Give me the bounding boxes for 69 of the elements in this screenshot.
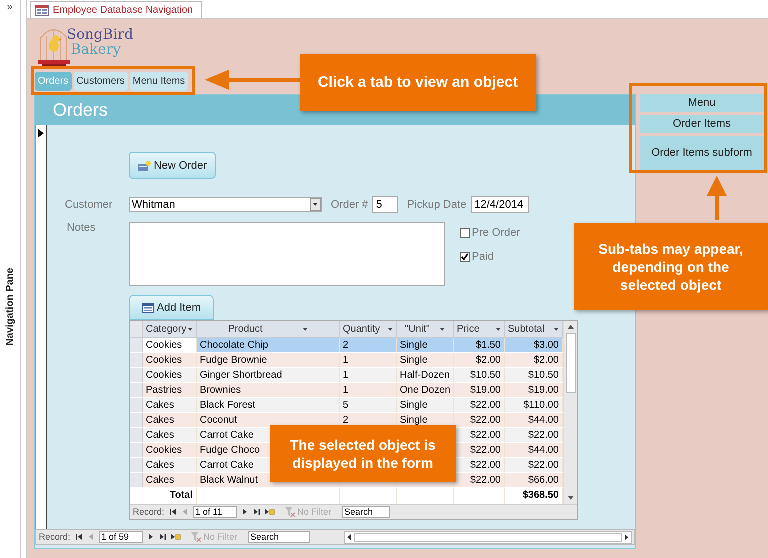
field-label: Customer xyxy=(64,198,114,210)
table-cell: $44.00 xyxy=(528,415,559,426)
table-cell: $22.00 xyxy=(528,460,559,471)
total-value: $368.50 xyxy=(522,490,559,501)
record-label: Record: xyxy=(133,507,165,517)
table-cell: Carrot Cake xyxy=(200,430,254,441)
table-cell: 5 xyxy=(343,400,349,411)
callout-tooltip: Click a tab to view an object xyxy=(300,54,536,111)
navigation-pane-label: Navigation Pane xyxy=(4,268,16,346)
logo-text: Bakery xyxy=(71,43,122,58)
table-cell: Cakes xyxy=(146,460,174,471)
checkbox-label: Pre Order xyxy=(472,227,520,239)
table-cell: $1.50 xyxy=(476,340,501,351)
callout-tooltip: The selected object is displayed in the form xyxy=(270,425,456,482)
field-label: Order # xyxy=(331,198,368,210)
table-cell: Ginger Shortbread xyxy=(200,370,282,381)
table-cell: 1 xyxy=(343,355,349,366)
table-cell: $3.00 xyxy=(534,340,559,351)
table-cell: $22.00 xyxy=(470,445,501,456)
table-cell: 2 xyxy=(343,415,349,426)
table-cell: $22.00 xyxy=(470,430,501,441)
table-cell: $22.00 xyxy=(470,415,501,426)
table-cell: Coconut xyxy=(200,415,238,426)
table-cell: Pastries xyxy=(146,385,182,396)
table-cell: $10.50 xyxy=(528,370,559,381)
table-cell: $110.00 xyxy=(524,400,559,411)
table-cell: Fudge Brownie xyxy=(200,355,268,366)
callout-tooltip: Sub-tabs may appear, depending on the selected object xyxy=(574,223,768,310)
table-cell: Single xyxy=(400,340,428,351)
table-cell: Chocolate Chip xyxy=(200,340,268,351)
table-cell: Cakes xyxy=(146,400,174,411)
table-cell: $66.00 xyxy=(528,475,559,486)
table-cell: Cookies xyxy=(146,445,182,456)
table-cell: Single xyxy=(400,400,428,411)
table-cell: 2 xyxy=(343,340,349,351)
table-cell: Black Forest xyxy=(200,400,256,411)
table-cell: Fudge Choco xyxy=(200,445,260,456)
checkbox-label: Paid xyxy=(472,251,494,263)
field-label: Pickup Date xyxy=(407,198,467,210)
table-cell: Black Walnut xyxy=(200,475,258,486)
record-label: Record: xyxy=(39,532,71,542)
table-cell: $44.00 xyxy=(528,445,559,456)
table-cell: Half-Dozen xyxy=(400,370,450,381)
table-cell: Single xyxy=(400,355,428,366)
table-cell: Cookies xyxy=(146,370,182,381)
table-cell: Cakes xyxy=(146,430,174,441)
table-cell: $22.00 xyxy=(470,460,501,471)
table-cell: Single xyxy=(400,415,428,426)
table-cell: $2.00 xyxy=(534,355,559,366)
table-cell: Cookies xyxy=(146,355,182,366)
table-cell: $19.00 xyxy=(470,385,501,396)
field-label: Notes xyxy=(66,222,97,236)
table-cell: $22.00 xyxy=(470,475,501,486)
table-cell: Cakes xyxy=(146,475,174,486)
logo-text: SongBird xyxy=(67,28,134,43)
table-cell: $22.00 xyxy=(470,400,501,411)
table-cell: 1 xyxy=(343,385,349,396)
table-cell: $22.00 xyxy=(528,430,559,441)
table-cell: $2.00 xyxy=(476,355,501,366)
table-cell: Brownies xyxy=(200,385,242,396)
table-cell: 1 xyxy=(343,370,349,381)
table-cell: $10.50 xyxy=(470,370,501,381)
table-cell: $19.00 xyxy=(528,385,559,396)
table-cell: Carrot Cake xyxy=(200,460,254,471)
table-cell: Cakes xyxy=(146,415,174,426)
total-label: Total xyxy=(170,490,193,501)
table-cell: One Dozen xyxy=(400,385,451,396)
form-title: Orders xyxy=(53,100,108,120)
table-cell: Cookies xyxy=(146,340,182,351)
